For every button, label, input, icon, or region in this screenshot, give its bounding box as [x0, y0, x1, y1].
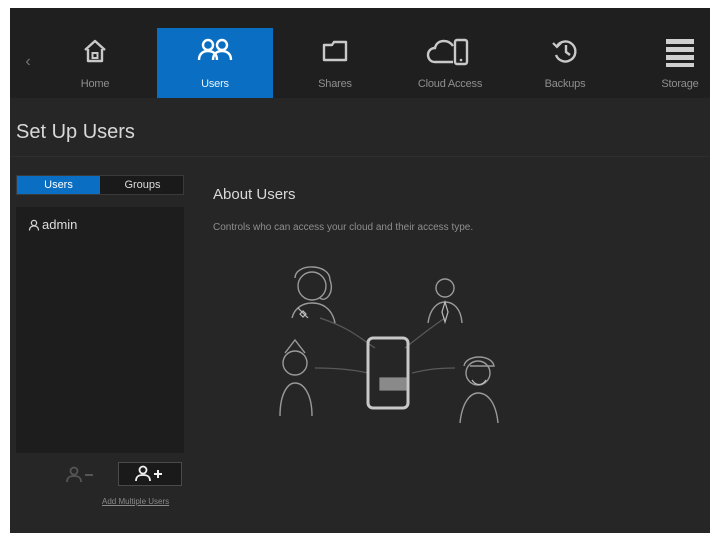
- add-user-icon: [135, 465, 162, 482]
- list-item-user[interactable]: admin: [28, 217, 77, 232]
- nav-label-home: Home: [80, 78, 110, 90]
- nav-item-users[interactable]: Users: [157, 28, 273, 98]
- add-multiple-users-link[interactable]: Add Multiple Users: [102, 497, 169, 506]
- top-navigation: ‹ Home Users Shares Cloud Access Backups…: [10, 8, 710, 98]
- chevron-left-icon[interactable]: ‹: [20, 52, 36, 72]
- users-groups-toggle: Users Groups: [16, 175, 184, 195]
- users-illustration-graphic: [279, 266, 499, 424]
- home-icon: [55, 36, 135, 68]
- user-list: admin: [16, 207, 184, 453]
- user-icon: [28, 219, 40, 231]
- nav-item-cloud-access[interactable]: Cloud Access: [400, 28, 500, 98]
- nav-label-cloud-access: Cloud Access: [417, 78, 483, 90]
- nav-label-users: Users: [201, 78, 229, 90]
- tab-users[interactable]: Users: [17, 176, 100, 194]
- nav-item-shares[interactable]: Shares: [295, 28, 375, 98]
- storage-icon: [650, 36, 710, 68]
- nav-item-backups[interactable]: Backups: [525, 28, 605, 98]
- cloud-device-icon: [400, 36, 500, 68]
- user-name: admin: [42, 217, 78, 232]
- app-window: ‹ Home Users Shares Cloud Access Backups…: [10, 8, 710, 533]
- about-heading: About Users: [213, 186, 296, 203]
- remove-user-icon: [66, 466, 93, 483]
- page-title: Set Up Users: [16, 121, 135, 143]
- tab-groups[interactable]: Groups: [101, 176, 184, 194]
- about-description: Controls who can access your cloud and t…: [213, 222, 474, 233]
- history-icon: [525, 36, 605, 68]
- nav-label-storage: Storage: [661, 78, 699, 90]
- users-icon: [157, 36, 273, 68]
- folder-icon: [295, 36, 375, 68]
- remove-user-button[interactable]: [62, 463, 100, 487]
- add-user-button[interactable]: [118, 462, 182, 486]
- nav-item-home[interactable]: Home: [55, 28, 135, 98]
- nav-item-storage[interactable]: Storage: [650, 28, 710, 98]
- nav-label-shares: Shares: [318, 78, 352, 90]
- nav-label-backups: Backups: [544, 78, 586, 90]
- users-illustration: [240, 248, 540, 428]
- title-divider: [10, 156, 710, 157]
